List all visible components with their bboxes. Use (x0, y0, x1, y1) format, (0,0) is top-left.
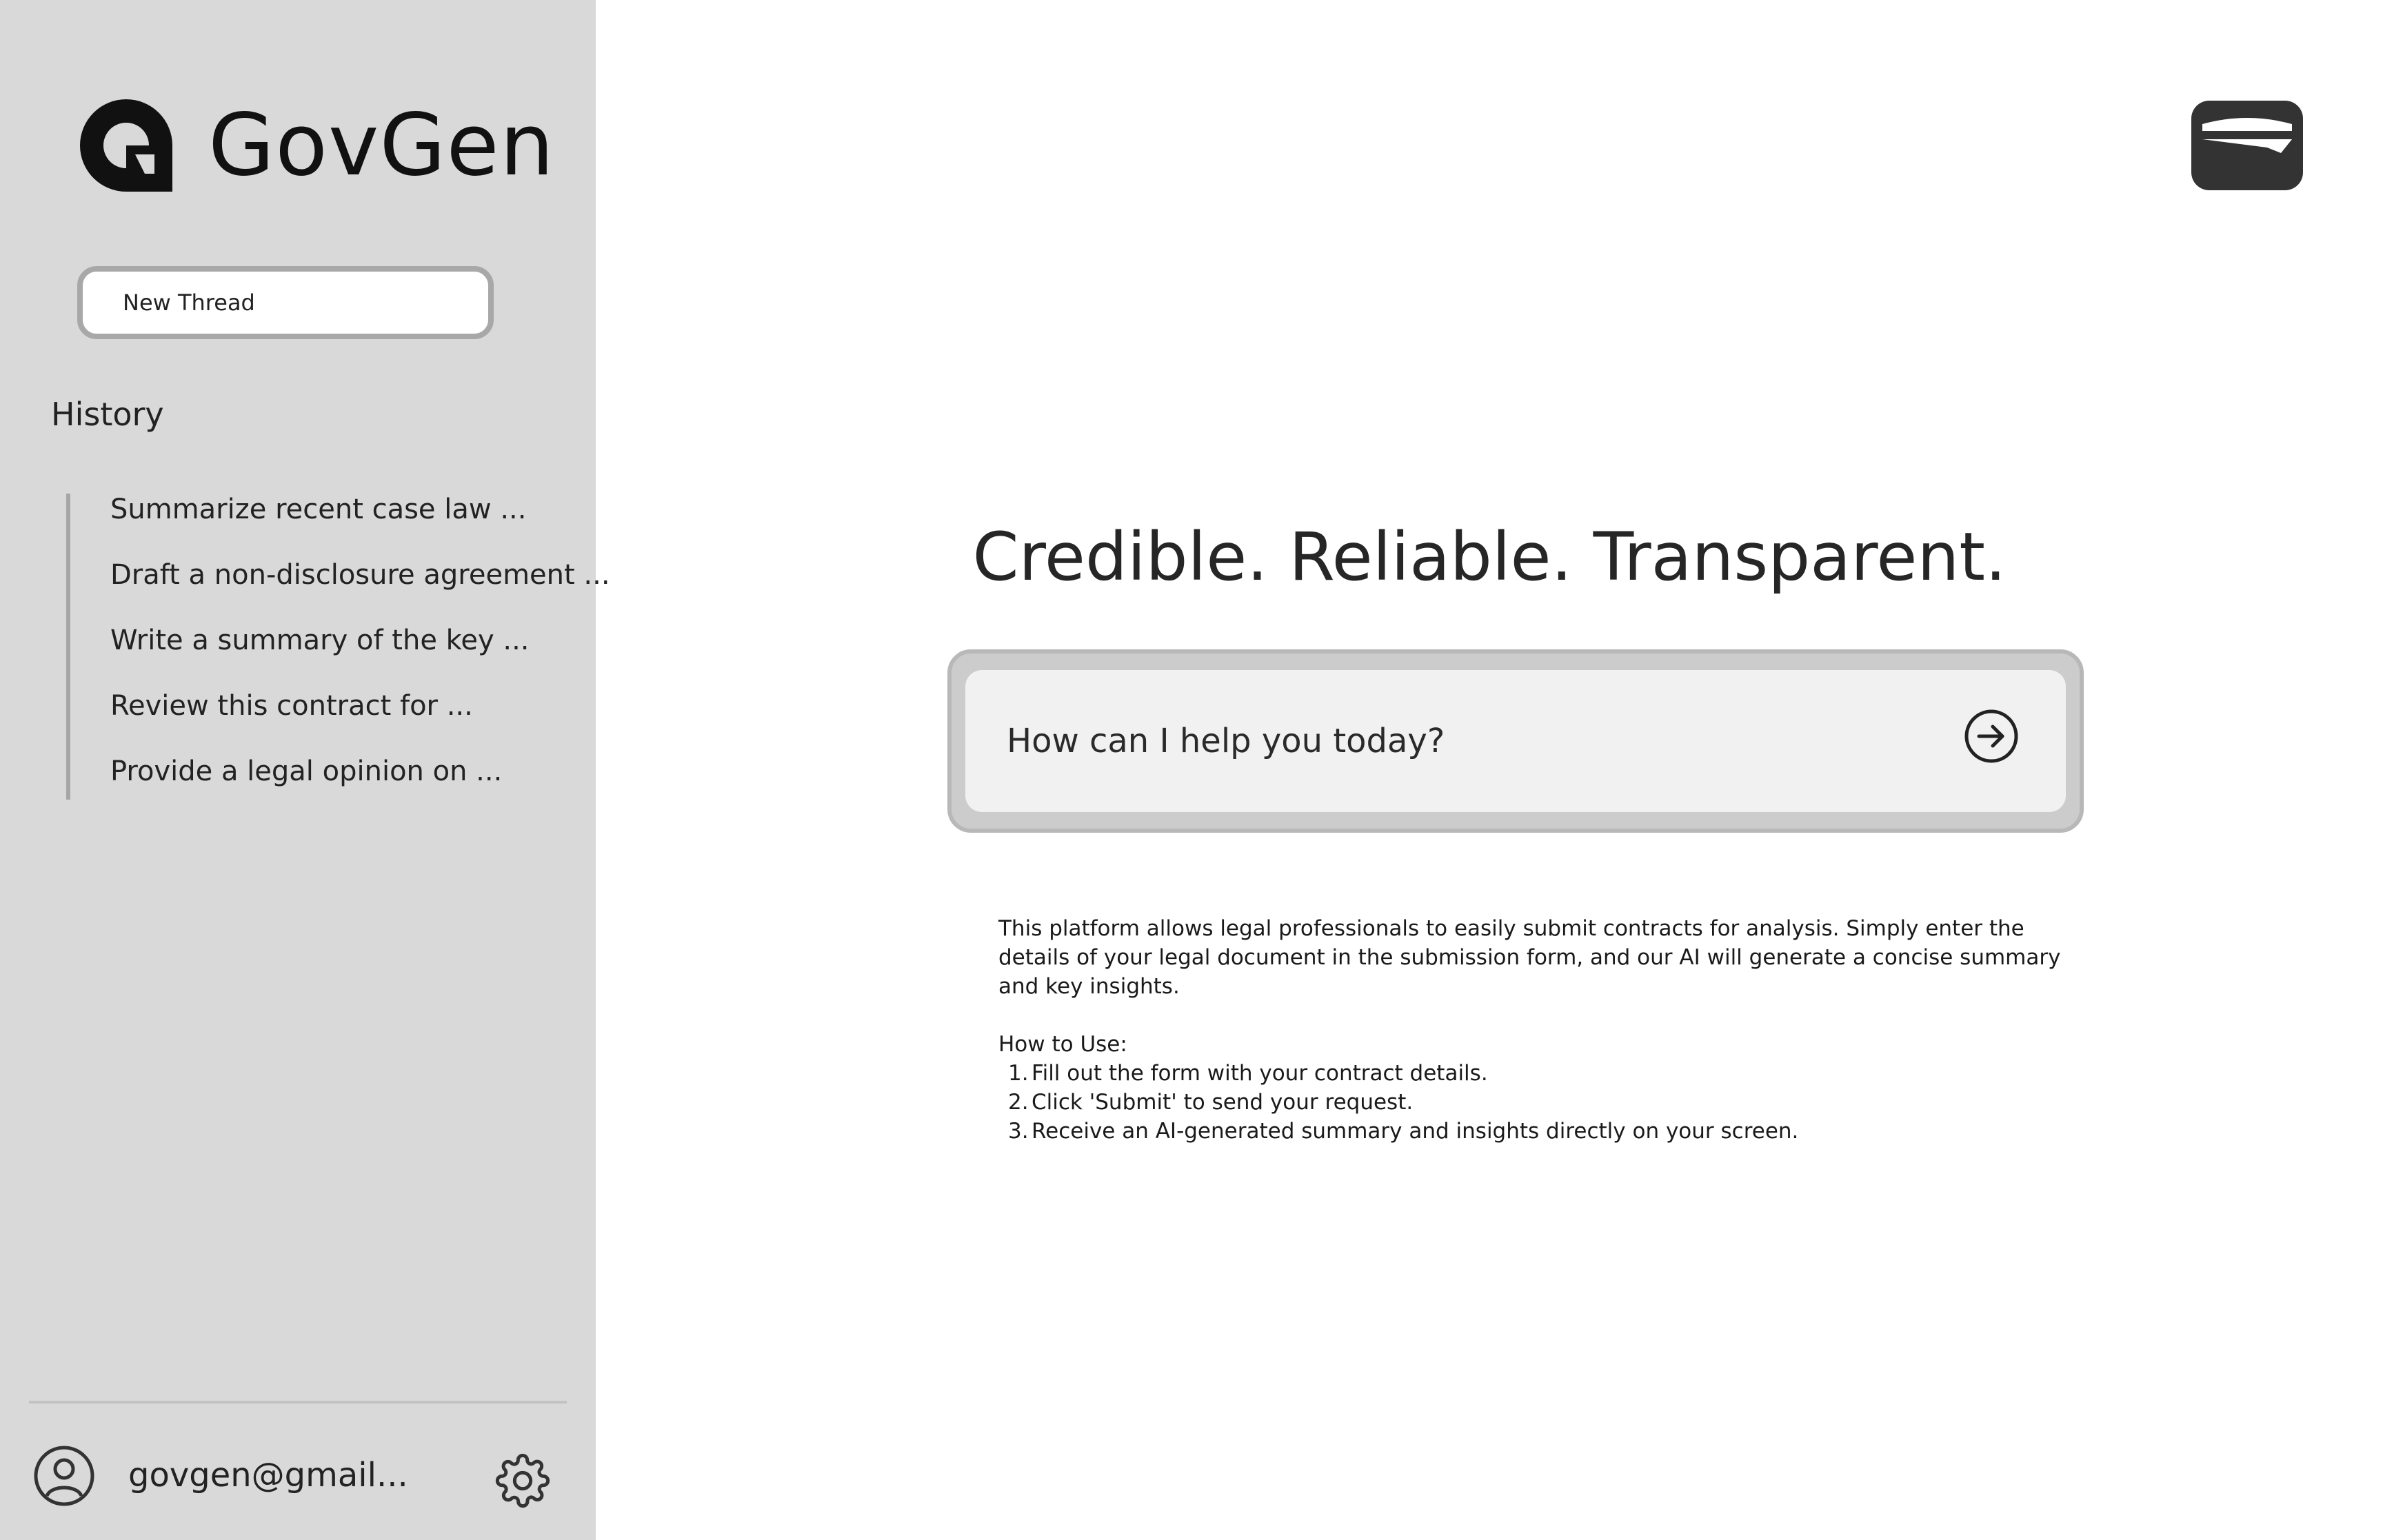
instructions: This platform allows legal professionals… (998, 914, 2088, 1146)
prompt-box (947, 649, 2084, 833)
step-number: 2. (1008, 1090, 1029, 1115)
step-number: 1. (1008, 1061, 1029, 1086)
history-item[interactable]: Review this contract for ... (110, 690, 473, 722)
prompt-input[interactable] (1007, 670, 1917, 812)
wallet-icon[interactable] (2190, 99, 2304, 192)
step-text: Click 'Submit' to send your request. (1032, 1090, 1414, 1115)
description-text: This platform allows legal professionals… (998, 916, 2061, 999)
history-item[interactable]: Write a summary of the key ... (110, 625, 530, 656)
headline: Credible. Reliable. Transparent. (972, 518, 2007, 596)
steps-list: 1. Fill out the form with your contract … (998, 1059, 2088, 1146)
history-heading: History (51, 396, 164, 433)
step-item: 1. Fill out the form with your contract … (1008, 1059, 2088, 1088)
sidebar: GovGen New Thread History Summarize rece… (0, 0, 610, 1540)
arrow-right-circle-icon[interactable] (1964, 709, 2019, 764)
brand[interactable]: GovGen (77, 97, 554, 194)
sidebar-divider (29, 1401, 567, 1404)
step-item: 2. Click 'Submit' to send your request. (1008, 1088, 2088, 1117)
gear-icon[interactable] (495, 1453, 550, 1508)
history-list: Summarize recent case law ... Draft a no… (66, 494, 610, 800)
step-text: Receive an AI-generated summary and insi… (1032, 1119, 1799, 1144)
history-item[interactable]: Draft a non-disclosure agreement ... (110, 559, 610, 591)
history-item[interactable]: Provide a legal opinion on ... (110, 756, 502, 787)
brand-name: GovGen (208, 96, 555, 195)
user-email[interactable]: govgen@gmail... (128, 1456, 408, 1495)
history-item[interactable]: Summarize recent case law ... (110, 494, 526, 525)
govgen-logo-icon (80, 99, 172, 192)
prompt-field-container (965, 670, 2066, 812)
step-text: Fill out the form with your contract det… (1032, 1061, 1488, 1086)
user-avatar-icon[interactable] (33, 1445, 95, 1507)
step-item: 3. Receive an AI-generated summary and i… (1008, 1117, 2088, 1146)
step-number: 3. (1008, 1119, 1029, 1144)
how-to-title: How to Use: (998, 1032, 1127, 1057)
new-thread-button[interactable]: New Thread (77, 266, 494, 339)
